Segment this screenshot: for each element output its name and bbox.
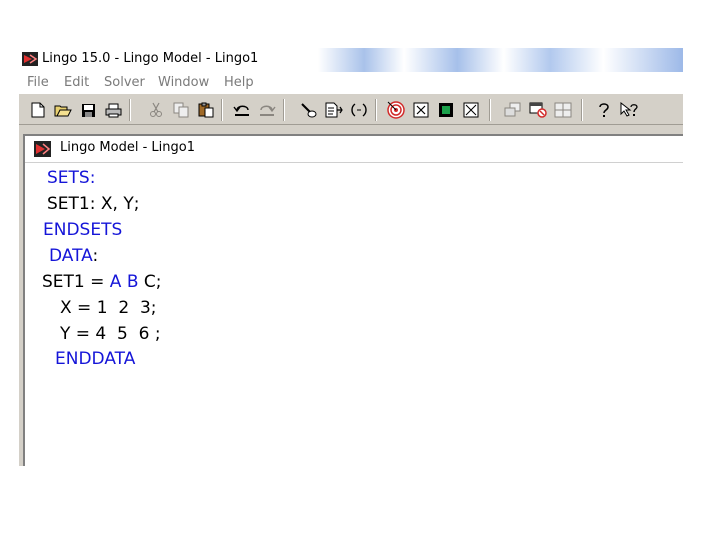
model-window-title-bar[interactable]: Lingo Model - Lingo1 bbox=[25, 136, 683, 163]
match-parenthesis-icon bbox=[351, 103, 367, 117]
toolbar-separator bbox=[375, 99, 377, 121]
redo-button[interactable] bbox=[257, 101, 277, 119]
tile-icon bbox=[554, 102, 572, 118]
code-line-sets: SETS: bbox=[47, 168, 96, 188]
open-button[interactable] bbox=[53, 101, 73, 119]
solve-icon bbox=[387, 101, 405, 119]
title-bar[interactable]: Lingo 15.0 - Lingo Model - Lingo1 bbox=[19, 48, 683, 72]
model-window[interactable]: Lingo Model - Lingo1 SETS: SET1: X, Y; E… bbox=[23, 134, 683, 466]
menu-bar: File Edit Solver Window Help bbox=[19, 72, 683, 93]
undo-icon bbox=[233, 105, 249, 116]
options-button[interactable] bbox=[461, 101, 481, 119]
code-line-y: Y = 4 5 6 ; bbox=[60, 324, 161, 344]
undo-button[interactable] bbox=[232, 101, 252, 119]
toolbar bbox=[19, 93, 683, 125]
code-line-endsets: ENDSETS bbox=[43, 220, 123, 240]
print-icon bbox=[105, 103, 121, 117]
menu-window[interactable]: Window bbox=[158, 75, 209, 90]
context-help-button[interactable] bbox=[619, 101, 639, 119]
model-window-title: Lingo Model - Lingo1 bbox=[60, 140, 195, 155]
data-keyword: DATA bbox=[49, 246, 93, 266]
model-editor[interactable]: SETS: SET1: X, Y; ENDSETS DATA: SET1 = A… bbox=[25, 163, 683, 463]
paste-button[interactable] bbox=[196, 101, 216, 119]
close-all-icon bbox=[529, 102, 547, 118]
copy-button[interactable] bbox=[171, 101, 191, 119]
send-to-back-icon bbox=[504, 102, 521, 117]
find-icon bbox=[301, 103, 317, 118]
context-help-icon bbox=[620, 102, 638, 117]
toolbar-separator bbox=[283, 99, 285, 121]
data-colon: : bbox=[92, 246, 99, 266]
matrix-picture-icon bbox=[439, 103, 453, 117]
code-line-data: DATA: bbox=[49, 246, 98, 266]
solution-button[interactable] bbox=[411, 101, 431, 119]
menu-solver[interactable]: Solver bbox=[104, 75, 145, 90]
tile-button[interactable] bbox=[553, 101, 573, 119]
menu-file[interactable]: File bbox=[27, 75, 49, 90]
open-icon bbox=[54, 105, 72, 116]
solve-button[interactable] bbox=[386, 101, 406, 119]
lingo-model-icon bbox=[34, 141, 51, 157]
set1-members-keyword: A B bbox=[109, 272, 139, 292]
match-parenthesis-button[interactable] bbox=[349, 101, 369, 119]
code-line-enddata: ENDDATA bbox=[55, 349, 136, 369]
lingo-app-icon bbox=[22, 52, 38, 66]
solution-icon bbox=[413, 102, 429, 118]
toolbar-separator bbox=[221, 99, 223, 121]
goto-line-button[interactable] bbox=[324, 101, 344, 119]
redo-icon bbox=[260, 105, 276, 116]
mdi-client-area: Lingo Model - Lingo1 SETS: SET1: X, Y; E… bbox=[19, 126, 683, 466]
paste-icon bbox=[198, 102, 214, 118]
menu-edit[interactable]: Edit bbox=[64, 75, 89, 90]
menu-help[interactable]: Help bbox=[224, 75, 254, 90]
goto-line-icon bbox=[325, 102, 343, 118]
cut-icon bbox=[150, 102, 162, 117]
cut-button[interactable] bbox=[146, 101, 166, 119]
toolbar-separator bbox=[581, 99, 583, 121]
set1-members-rest: C; bbox=[138, 272, 162, 292]
lingo-app-window: Lingo 15.0 - Lingo Model - Lingo1 File E… bbox=[19, 48, 683, 466]
matrix-picture-button[interactable] bbox=[436, 101, 456, 119]
set1-assign-text: SET1 = bbox=[42, 272, 110, 292]
save-icon bbox=[81, 103, 95, 117]
copy-icon bbox=[173, 102, 189, 118]
toolbar-separator bbox=[489, 99, 491, 121]
window-title: Lingo 15.0 - Lingo Model - Lingo1 bbox=[42, 51, 259, 66]
new-button[interactable] bbox=[28, 101, 48, 119]
set1-decl-text: SET1: X, Y; bbox=[47, 194, 140, 214]
print-button[interactable] bbox=[103, 101, 123, 119]
help-button[interactable] bbox=[594, 101, 614, 119]
options-icon bbox=[463, 102, 479, 118]
help-icon bbox=[599, 103, 609, 117]
save-button[interactable] bbox=[78, 101, 98, 119]
send-to-back-button[interactable] bbox=[503, 101, 523, 119]
code-line-x: X = 1 2 3; bbox=[60, 298, 157, 318]
code-line-set1-assign: SET1 = A B C; bbox=[42, 272, 162, 292]
new-icon bbox=[31, 102, 45, 118]
toolbar-separator bbox=[129, 99, 131, 121]
close-all-button[interactable] bbox=[528, 101, 548, 119]
code-line-set1-decl: SET1: X, Y; bbox=[47, 194, 139, 214]
find-button[interactable] bbox=[299, 101, 319, 119]
